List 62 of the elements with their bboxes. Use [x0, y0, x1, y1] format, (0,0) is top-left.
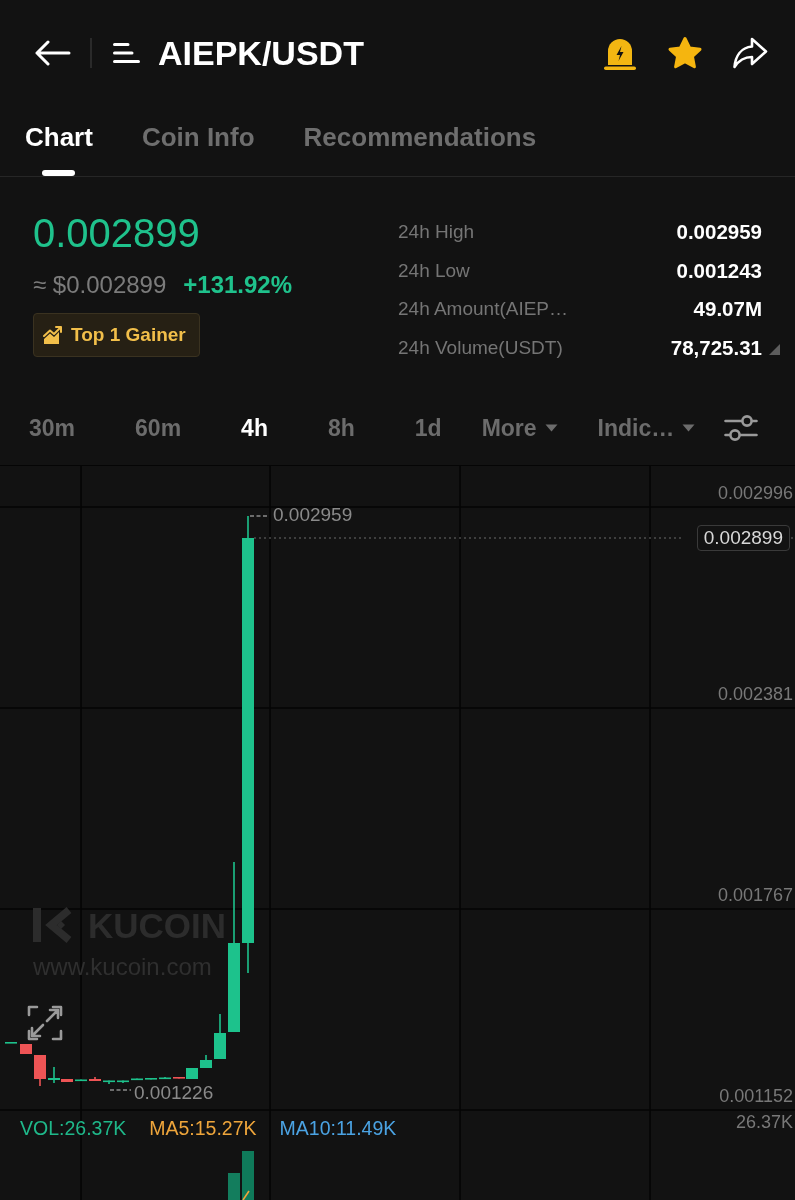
pair-title: AIEPK/USDT	[158, 32, 364, 73]
candle	[89, 1076, 101, 1082]
tab[interactable]: Chart	[25, 122, 93, 176]
candle	[103, 1079, 115, 1085]
back-icon[interactable]	[35, 39, 71, 66]
fiat-price: ≈ $0.002899	[33, 270, 167, 300]
volume-bar	[228, 1173, 240, 1200]
interval-tab[interactable]: 30m	[29, 413, 76, 442]
caret-icon	[544, 423, 558, 432]
volume-axis-label: 26.37K	[735, 1111, 793, 1133]
price-axis-label: 0.002996	[717, 482, 793, 504]
expand-icon[interactable]	[27, 1005, 63, 1041]
interval-tab[interactable]: 4h	[241, 413, 268, 442]
low-price-marker: 0.001226	[134, 1084, 214, 1102]
tab-indicator	[42, 170, 76, 176]
candle	[131, 1077, 143, 1081]
price-change: +131.92%	[183, 270, 293, 300]
tab[interactable]: Coin Info	[141, 122, 255, 152]
candle	[145, 1077, 157, 1081]
stat-label: 24h Amount(AIEP…	[398, 298, 570, 321]
last-price-label: 0.002899	[696, 525, 790, 551]
trend-icon	[43, 325, 63, 345]
price-axis-label: 0.001767	[717, 884, 793, 906]
high-price-marker: 0.002959	[273, 504, 353, 526]
candle	[34, 1054, 46, 1087]
logo-icon	[32, 905, 74, 945]
candle	[214, 1013, 226, 1060]
leader-line	[109, 1089, 132, 1091]
price-axis-label: 0.001152	[719, 1085, 793, 1107]
interval-tab[interactable]: 60m	[135, 413, 182, 442]
price-axis-label: 0.002381	[717, 683, 793, 705]
ma-line	[242, 1190, 250, 1200]
indicator-value: VOL:26.37K	[20, 1117, 127, 1139]
volume-bar	[242, 1151, 254, 1200]
star-icon[interactable]	[667, 35, 703, 70]
stat-value: 49.07M	[692, 297, 762, 322]
stat-label: 24h High	[398, 221, 476, 244]
leader-line	[249, 515, 270, 517]
indicator-value: MA10:11.49K	[279, 1117, 397, 1139]
last-price: 0.002899	[33, 210, 200, 257]
candle	[159, 1076, 171, 1080]
interval-tab[interactable]: 1d	[414, 413, 442, 442]
stat-value: 0.002959	[675, 220, 762, 245]
sliders-icon[interactable]	[724, 412, 758, 443]
stat-value: 0.001243	[675, 258, 762, 283]
menu-icon[interactable]	[113, 41, 140, 64]
stat-label: 24h Low	[398, 259, 471, 282]
badge-label: Top 1 Gainer	[71, 324, 186, 346]
caret-icon	[682, 423, 696, 432]
indicator-value: MA5:15.27K	[149, 1117, 257, 1139]
tab[interactable]: Recommendations	[303, 122, 537, 152]
interval-tab[interactable]: 8h	[327, 413, 355, 442]
dropdown-button[interactable]: Indic…	[597, 413, 696, 442]
stat-label: 24h Volume(USDT)	[398, 336, 564, 359]
corner-triangle-icon	[769, 344, 780, 355]
candle	[5, 1041, 17, 1044]
candle	[75, 1078, 87, 1082]
candle	[117, 1079, 129, 1084]
stat-value: 78,725.31	[670, 335, 762, 360]
dropdown-button[interactable]: More	[481, 413, 558, 442]
candle	[20, 1043, 32, 1055]
candle	[200, 1054, 212, 1069]
